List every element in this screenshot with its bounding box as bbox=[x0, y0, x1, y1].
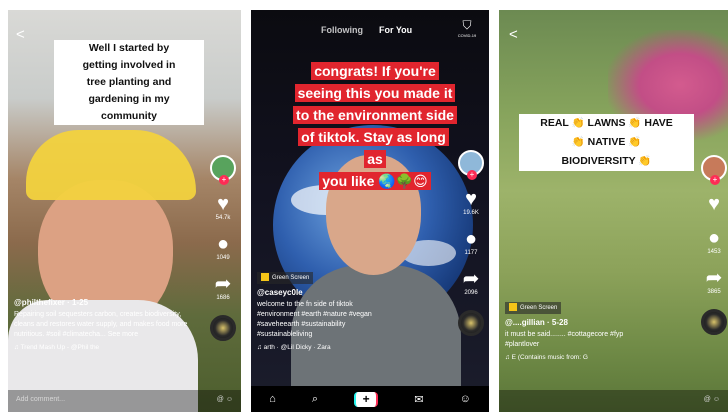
follow-plus-icon[interactable]: + bbox=[710, 175, 720, 185]
like-count: 19.6K bbox=[463, 210, 479, 216]
music-label[interactable]: ♫ Trend Mash Up - @Phil the bbox=[14, 343, 189, 353]
caption-line: you like 🌏🌳😊 bbox=[319, 172, 431, 190]
bottom-navigation: ⌂ ⌕ + ✉ ☺ bbox=[251, 386, 489, 412]
comment-input[interactable]: Add comment... bbox=[16, 396, 65, 406]
description-line: welcome to the fn side of tiktok bbox=[257, 301, 353, 308]
caption-text: congrats! If you're seeing this you made… bbox=[291, 60, 459, 192]
mention-emoji-icons[interactable]: @ ☺ bbox=[704, 396, 720, 406]
discover-icon[interactable]: ⌕ bbox=[312, 393, 318, 406]
caption-line: BIODIVERSITY 👏 bbox=[557, 152, 656, 171]
tiktok-video-panel-3[interactable]: < REAL 👏 LAWNS 👏 HAVE 👏 NATIVE 👏 BIODIVE… bbox=[499, 10, 728, 412]
comment-count: 1453 bbox=[707, 249, 721, 255]
caption-line: congrats! If you're bbox=[311, 62, 439, 80]
creator-avatar[interactable]: + bbox=[210, 155, 236, 185]
caption-line: 👏 NATIVE 👏 bbox=[567, 133, 646, 152]
share-count: 3865 bbox=[707, 289, 721, 295]
caption-line: tree planting and bbox=[82, 74, 176, 91]
music-label[interactable]: ♫ E (Contains music from: G bbox=[505, 353, 690, 363]
tiktok-video-panel-2[interactable]: Following For You ⛉ COVID-19 congrats! I… bbox=[251, 10, 489, 412]
caption-line: getting involved in bbox=[78, 57, 180, 74]
like-count: 54.7k bbox=[215, 215, 231, 221]
mention-emoji-icons[interactable]: @ ☺ bbox=[217, 396, 233, 406]
green-screen-badge[interactable]: Green Screen bbox=[505, 302, 562, 314]
comment-icon[interactable]: ● bbox=[708, 227, 720, 249]
tiktok-video-panel-1[interactable]: < Well I started by getting involved in … bbox=[8, 10, 241, 412]
share-icon[interactable]: ➦ bbox=[215, 273, 232, 295]
tab-following[interactable]: Following bbox=[321, 25, 363, 35]
video-info: Green Screen @caseyc0le welcome to the f… bbox=[257, 272, 447, 353]
caption-line: REAL 👏 LAWNS 👏 HAVE bbox=[536, 114, 677, 133]
music-label[interactable]: ♫ arth · @Lil Dicky · Zara bbox=[257, 343, 447, 353]
follow-plus-icon[interactable]: + bbox=[467, 170, 477, 180]
hashtag-line[interactable]: #saveheearth #sustainability bbox=[257, 320, 447, 330]
share-count: 2096 bbox=[464, 290, 478, 296]
caption-line: seeing this you made it bbox=[294, 84, 456, 102]
share-icon[interactable]: ➦ bbox=[463, 268, 480, 290]
hashtag-line[interactable]: #sustainableliving bbox=[257, 330, 447, 340]
video-info: @philthefixer · 1-25 Repairing soil sequ… bbox=[14, 298, 189, 353]
follow-plus-icon[interactable]: + bbox=[219, 175, 229, 185]
caption-sticker: REAL 👏 LAWNS 👏 HAVE 👏 NATIVE 👏 BIODIVERS… bbox=[519, 114, 694, 171]
covid-info-button[interactable]: ⛉ COVID-19 bbox=[457, 18, 477, 38]
caption-line: of tiktok. Stay as long as bbox=[298, 128, 449, 168]
share-count: 1686 bbox=[216, 295, 230, 301]
comment-bar[interactable]: Add comment... @ ☺ bbox=[8, 390, 241, 412]
sound-disc-icon[interactable] bbox=[210, 315, 236, 341]
green-screen-label: Green Screen bbox=[272, 275, 310, 281]
action-rail: + ♥ ● 1453 ➦ 3865 bbox=[700, 155, 728, 335]
heart-icon[interactable]: ♥ bbox=[708, 193, 720, 215]
home-icon[interactable]: ⌂ bbox=[269, 393, 276, 405]
back-arrow-icon[interactable]: < bbox=[16, 26, 25, 43]
caption-line: to the environment side bbox=[293, 106, 457, 124]
profile-icon[interactable]: ☺ bbox=[460, 393, 471, 405]
comment-icon[interactable]: ● bbox=[217, 233, 229, 255]
sound-disc-icon[interactable] bbox=[458, 310, 484, 336]
comment-bar[interactable]: @ ☺ bbox=[499, 390, 728, 412]
creator-avatar[interactable]: + bbox=[701, 155, 727, 185]
comment-icon[interactable]: ● bbox=[465, 228, 477, 250]
caption-line: Well I started by bbox=[84, 40, 174, 57]
comment-count: 1049 bbox=[216, 255, 230, 261]
video-description: Repairing soil sequesters carbon, create… bbox=[14, 311, 188, 338]
action-rail: + ♥ 54.7k ● 1049 ➦ 1686 bbox=[208, 155, 238, 341]
share-icon[interactable]: ➦ bbox=[706, 267, 723, 289]
creator-handle[interactable]: @caseyc0le bbox=[257, 288, 447, 298]
shield-icon: ⛉ bbox=[462, 18, 472, 32]
green-screen-icon bbox=[261, 273, 269, 282]
back-arrow-icon[interactable]: < bbox=[509, 26, 518, 43]
hashtag-line[interactable]: #plantlover bbox=[505, 340, 690, 350]
caption-line: community bbox=[96, 108, 161, 125]
caption-sticker: Well I started by getting involved in tr… bbox=[54, 40, 204, 125]
covid-label: COVID-19 bbox=[457, 33, 477, 38]
green-screen-label: Green Screen bbox=[520, 305, 558, 311]
description-line: it must be said........ #cottagecore #fy… bbox=[505, 331, 624, 338]
video-info: Green Screen @....gillian · 5-28 it must… bbox=[505, 302, 690, 363]
green-screen-icon bbox=[509, 303, 517, 312]
creator-handle[interactable]: @philthefixer · 1-25 bbox=[14, 298, 189, 308]
comment-count: 1177 bbox=[464, 250, 478, 256]
create-plus-button[interactable]: + bbox=[354, 391, 379, 407]
inbox-icon[interactable]: ✉ bbox=[414, 393, 423, 406]
sound-disc-icon[interactable] bbox=[701, 309, 727, 335]
creator-avatar[interactable]: + bbox=[458, 150, 484, 180]
action-rail: + ♥ 19.6K ● 1177 ➦ 2096 bbox=[456, 150, 486, 336]
creator-handle[interactable]: @....gillian · 5-28 bbox=[505, 318, 690, 328]
hashtag-line[interactable]: #environment #earth #nature #vegan bbox=[257, 310, 447, 320]
caption-line: gardening in my bbox=[84, 91, 174, 108]
heart-icon[interactable]: ♥ bbox=[465, 188, 477, 210]
heart-icon[interactable]: ♥ bbox=[217, 193, 229, 215]
green-screen-badge[interactable]: Green Screen bbox=[257, 272, 314, 284]
tab-for-you[interactable]: For You bbox=[379, 25, 412, 35]
